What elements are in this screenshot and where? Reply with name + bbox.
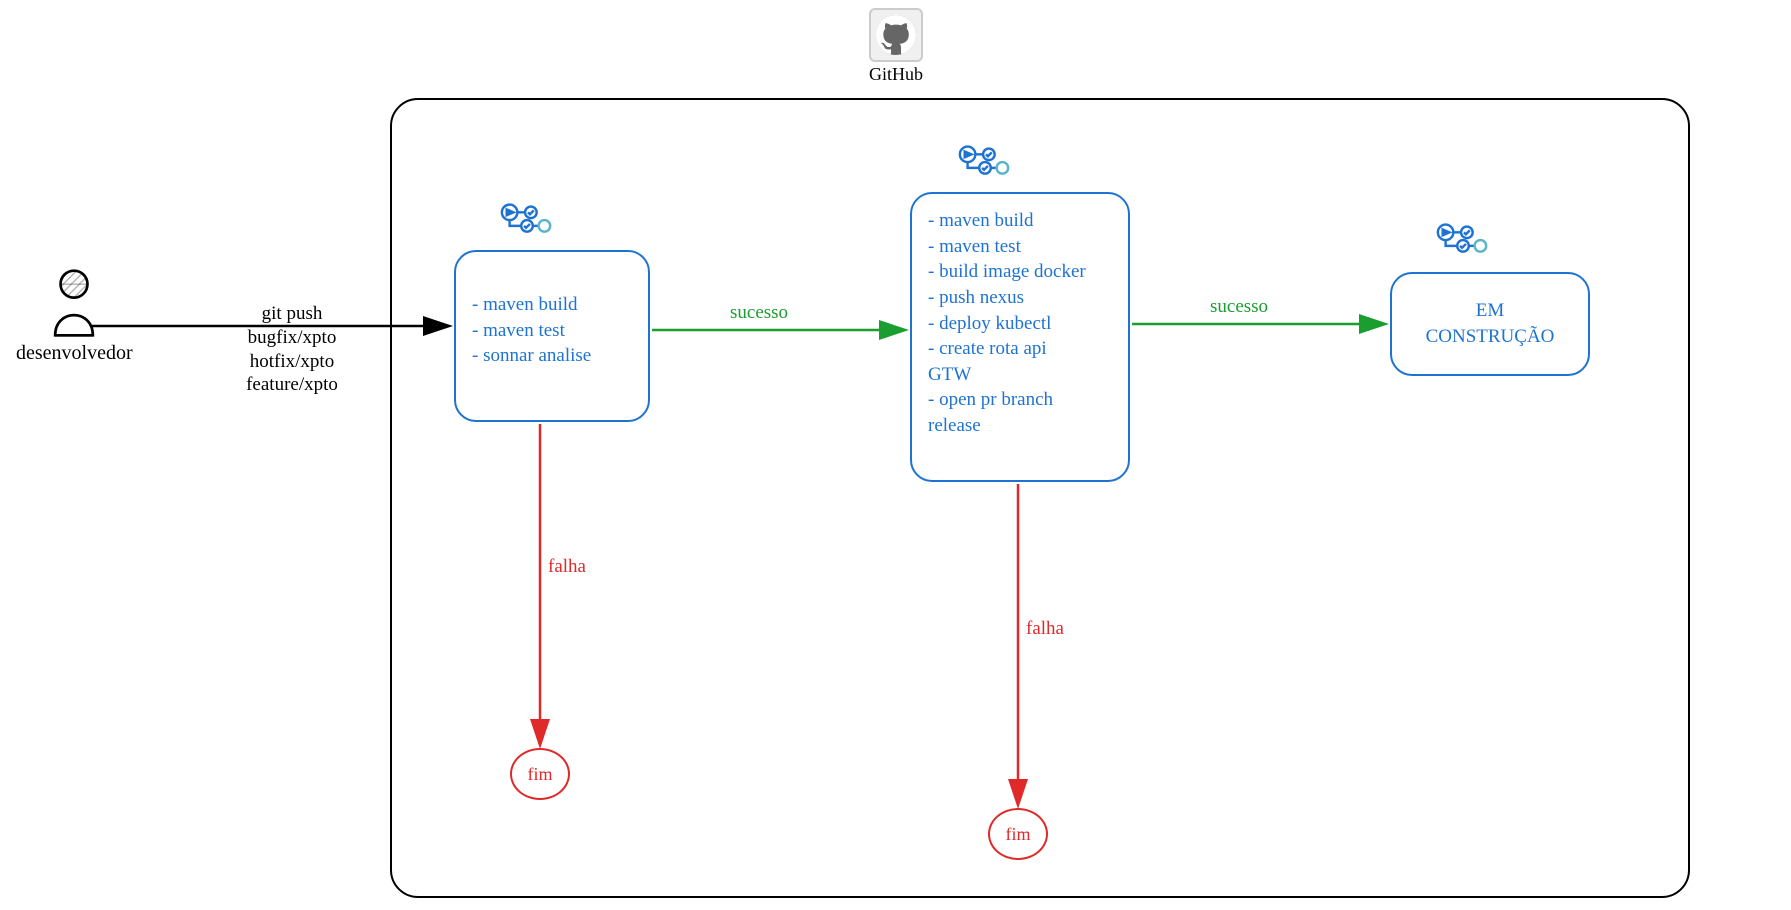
fim-circle-1: fim <box>510 748 570 800</box>
step2-item-8: release <box>928 413 1112 439</box>
step1-item-0: - maven build <box>472 292 632 318</box>
actor-label: desenvolvedor <box>16 342 133 365</box>
step2-item-6: GTW <box>928 362 1112 388</box>
step2-item-0: - maven build <box>928 208 1112 234</box>
actions-icon-3 <box>1434 222 1492 267</box>
fim-label-1: fim <box>528 764 553 785</box>
step2-item-7: - open pr branch <box>928 387 1112 413</box>
falha-label-1: falha <box>548 556 586 578</box>
step2-item-5: - create rota api <box>928 336 1112 362</box>
step-box-2: - maven build - maven test - build image… <box>910 192 1130 482</box>
actions-icon-1 <box>498 202 556 247</box>
actions-icon-2 <box>956 144 1014 189</box>
push-label-block: git push bugfix/xpto hotfix/xpto feature… <box>212 302 372 397</box>
sucesso-label-1: sucesso <box>730 302 788 324</box>
step3-line1: EM <box>1476 298 1505 324</box>
step1-item-1: - maven test <box>472 318 632 344</box>
push-title: git push <box>262 303 323 324</box>
github-icon <box>869 8 923 62</box>
fim-label-2: fim <box>1006 824 1031 845</box>
step-box-3: EM CONSTRUÇÃO <box>1390 272 1590 376</box>
diagram-canvas: GitHub desenvolvedor git push bugfix/xpt… <box>0 0 1791 910</box>
push-branch-1: hotfix/xpto <box>212 350 372 374</box>
github-label: GitHub <box>869 64 923 85</box>
falha-label-2: falha <box>1026 618 1064 640</box>
step-box-1: - maven build - maven test - sonnar anal… <box>454 250 650 422</box>
step2-item-3: - push nexus <box>928 285 1112 311</box>
step1-item-2: - sonnar analise <box>472 343 632 369</box>
step2-item-4: - deploy kubectl <box>928 311 1112 337</box>
sucesso-label-2: sucesso <box>1210 296 1268 318</box>
actor-developer: desenvolvedor <box>16 268 133 365</box>
push-branch-0: bugfix/xpto <box>212 326 372 350</box>
fim-circle-2: fim <box>988 808 1048 860</box>
step2-item-2: - build image docker <box>928 259 1112 285</box>
push-branch-2: feature/xpto <box>212 373 372 397</box>
step3-line2: CONSTRUÇÃO <box>1426 324 1555 350</box>
step2-item-1: - maven test <box>928 234 1112 260</box>
github-badge: GitHub <box>869 8 923 85</box>
person-icon <box>46 268 102 338</box>
